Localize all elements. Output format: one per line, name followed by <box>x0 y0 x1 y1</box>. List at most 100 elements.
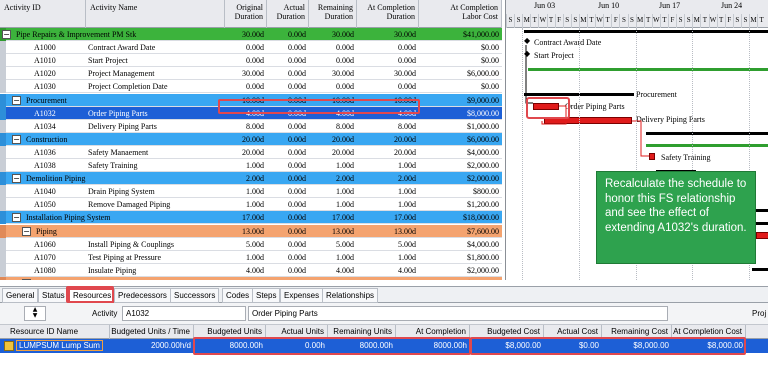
labor-cost-cell: $6,000.00 <box>467 69 499 79</box>
duration-cell: 0.00d <box>288 187 306 197</box>
duration-cell: 17.00d <box>394 213 416 223</box>
tab-successors[interactable]: Successors <box>170 288 220 303</box>
activity-id-field[interactable]: A1032 <box>122 306 246 321</box>
activity-id-cell: A1032 <box>34 108 56 118</box>
duration-cell: 1.00d <box>398 252 416 262</box>
row-gutter <box>0 211 6 225</box>
nav-arrows-icon[interactable]: ▲ ▼ <box>24 306 46 321</box>
duration-cell: 13.00d <box>242 226 264 236</box>
collapse-icon[interactable]: − <box>12 174 21 184</box>
project-label: Proj <box>752 309 767 318</box>
collapse-icon[interactable]: − <box>12 95 21 105</box>
col-header-at-completion-duration[interactable]: At Completion Duration <box>357 0 419 28</box>
wbs-row[interactable]: − Piping 13.00d 0.00d 13.00d 13.00d $7,600.00 <box>0 224 502 238</box>
duration-cell: 4.00d <box>246 265 264 275</box>
col-header-actual-duration[interactable]: Actual Duration <box>267 0 309 28</box>
detail-tabs: General Status Resources Predecessors Su… <box>0 286 768 303</box>
duration-cell: 30.00d <box>242 30 264 39</box>
duration-cell: 0.00d <box>288 43 306 53</box>
labor-cost-cell: $0.00 <box>481 82 499 92</box>
activity-row[interactable]: A1038 Safety Training 1.00d 0.00d 1.00d 1.00d… <box>0 159 502 173</box>
duration-cell: 17.00d <box>332 213 354 223</box>
highlight-selected-durations <box>218 99 420 114</box>
tab-relationships[interactable]: Relationships <box>322 288 379 303</box>
wbs-row[interactable]: −Thrustblock7.00d0.00d7.00d7.00d$6,600.0… <box>0 276 502 280</box>
highlight-resources-tab <box>66 286 114 303</box>
duration-cell: 30.00d <box>394 69 416 79</box>
wbs-row[interactable]: − Construction 20.00d 0.00d 20.00d 20.00d $6,0… <box>0 132 502 146</box>
wbs-row[interactable]: − Installation Piping System 17.00d 0.00d 17… <box>0 211 502 225</box>
wbs-row[interactable]: − Pipe Repairs & Improvement PM Stk 30.00d… <box>0 28 502 42</box>
labor-cost-cell: $18,000.00 <box>463 213 499 223</box>
duration-cell: 1.00d <box>336 187 354 197</box>
duration-cell: 8.00d <box>398 121 416 131</box>
activity-row[interactable]: A1040 Drain Piping System 1.00d 0.00d 1.00d 1… <box>0 185 502 199</box>
duration-cell: 20.00d <box>332 134 354 144</box>
activity-id-cell: A1020 <box>34 69 56 79</box>
activity-id-cell: A1050 <box>34 200 56 210</box>
tab-codes[interactable]: Codes <box>222 288 254 303</box>
col-header-at-completion-labor-cost[interactable]: At Completion Labor Cost <box>419 0 502 28</box>
duration-cell: 2.00d <box>398 174 416 184</box>
collapse-icon[interactable]: − <box>12 213 21 223</box>
duration-cell: 30.00d <box>242 69 264 79</box>
col-header-original-duration[interactable]: Original Duration <box>225 0 267 28</box>
activity-row[interactable]: A1000 Contract Award Date 0.00d 0.00d 0.00d 0… <box>0 41 502 55</box>
collapse-icon[interactable]: − <box>12 134 21 144</box>
col-header-remaining-duration[interactable]: Remaining Duration <box>309 0 357 28</box>
collapse-icon[interactable]: − <box>22 226 31 236</box>
resource-name-cell[interactable]: LUMPSUM Lump Sum <box>0 339 110 353</box>
activity-name-field[interactable]: Order Piping Parts <box>248 306 668 321</box>
col-resource-id-name[interactable]: Resource ID Name <box>0 325 110 339</box>
activity-name-cell: Drain Piping System <box>88 187 155 197</box>
row-gutter <box>0 41 6 55</box>
activity-id-cell: A1080 <box>34 265 56 275</box>
week-gridline <box>522 28 524 280</box>
activity-row[interactable]: A1034 Delivery Piping Parts 8.00d 0.00d 8.00… <box>0 119 502 133</box>
labor-cost-cell: $0.00 <box>481 43 499 53</box>
duration-cell: 0.00d <box>288 200 306 210</box>
collapse-icon[interactable]: − <box>2 30 11 39</box>
row-gutter <box>0 237 6 251</box>
budgeted-units-time-cell[interactable]: 2000.00h/d <box>110 339 194 353</box>
tab-steps[interactable]: Steps <box>252 288 281 303</box>
wbs-name: Demolition Piping <box>26 174 86 184</box>
activity-row[interactable]: A1036 Safety Manaement 20.00d 0.00d 20.00d 20… <box>0 145 502 159</box>
col-budgeted-units-time[interactable]: Budgeted Units / Time <box>110 325 194 339</box>
activity-row[interactable]: A1060 Install Piping & Couplings 5.00d 0.00… <box>0 237 502 251</box>
activity-row[interactable]: A1050 Remove Damaged Piping 1.00d 0.00d 1.00… <box>0 198 502 212</box>
tab-status[interactable]: Status <box>38 288 69 303</box>
labor-cost-cell: $41,000.00 <box>463 30 499 39</box>
collapse-icon[interactable]: − <box>22 278 31 280</box>
activity-row[interactable]: A1020 Project Management 30.00d 0.00d 30.00d… <box>0 67 502 81</box>
duration-cell: 0.00d <box>246 56 264 66</box>
labor-cost-cell: $8,000.00 <box>467 108 499 118</box>
activity-row[interactable]: A1030 Project Completion Date 0.00d 0.00d 0.… <box>0 80 502 94</box>
row-gutter <box>0 54 6 68</box>
duration-cell: 30.00d <box>332 69 354 79</box>
activity-label: Activity <box>92 309 118 318</box>
duration-cell: 0.00d <box>288 30 306 39</box>
highlight-costs <box>470 337 746 355</box>
row-gutter <box>0 119 6 133</box>
wbs-name: Construction <box>26 134 68 144</box>
labor-cost-cell: $2,000.00 <box>467 161 499 170</box>
activity-row[interactable]: A1070 Test Piping at Pressure 1.00d 0.00d 1.… <box>0 250 502 264</box>
col-header-activity-id[interactable]: Activity ID <box>0 0 86 28</box>
col-header-activity-name[interactable]: Activity Name <box>86 0 225 28</box>
duration-cell: 0.00d <box>246 82 264 92</box>
duration-cell: 5.00d <box>246 239 264 249</box>
wbs-row[interactable]: − Demolition Piping 2.00d 0.00d 2.00d 2.00d $2… <box>0 172 502 186</box>
activity-name-cell: Start Project <box>88 56 128 66</box>
duration-cell: 1.00d <box>336 252 354 262</box>
tab-expenses[interactable]: Expenses <box>280 288 324 303</box>
row-gutter <box>0 250 6 264</box>
row-gutter <box>0 159 6 172</box>
activity-name-cell: Contract Award Date <box>88 43 156 53</box>
activity-row[interactable]: A1010 Start Project 0.00d 0.00d 0.00d 0.00d $0… <box>0 54 502 68</box>
activity-row[interactable]: A1080 Insulate Piping 4.00d 0.00d 4.00d 4.00d… <box>0 263 502 277</box>
tab-general[interactable]: General <box>2 288 39 303</box>
resource-icon <box>4 340 14 351</box>
activity-name-cell: Test Piping at Pressure <box>88 252 161 262</box>
tab-predecessors[interactable]: Predecessors <box>114 288 171 303</box>
